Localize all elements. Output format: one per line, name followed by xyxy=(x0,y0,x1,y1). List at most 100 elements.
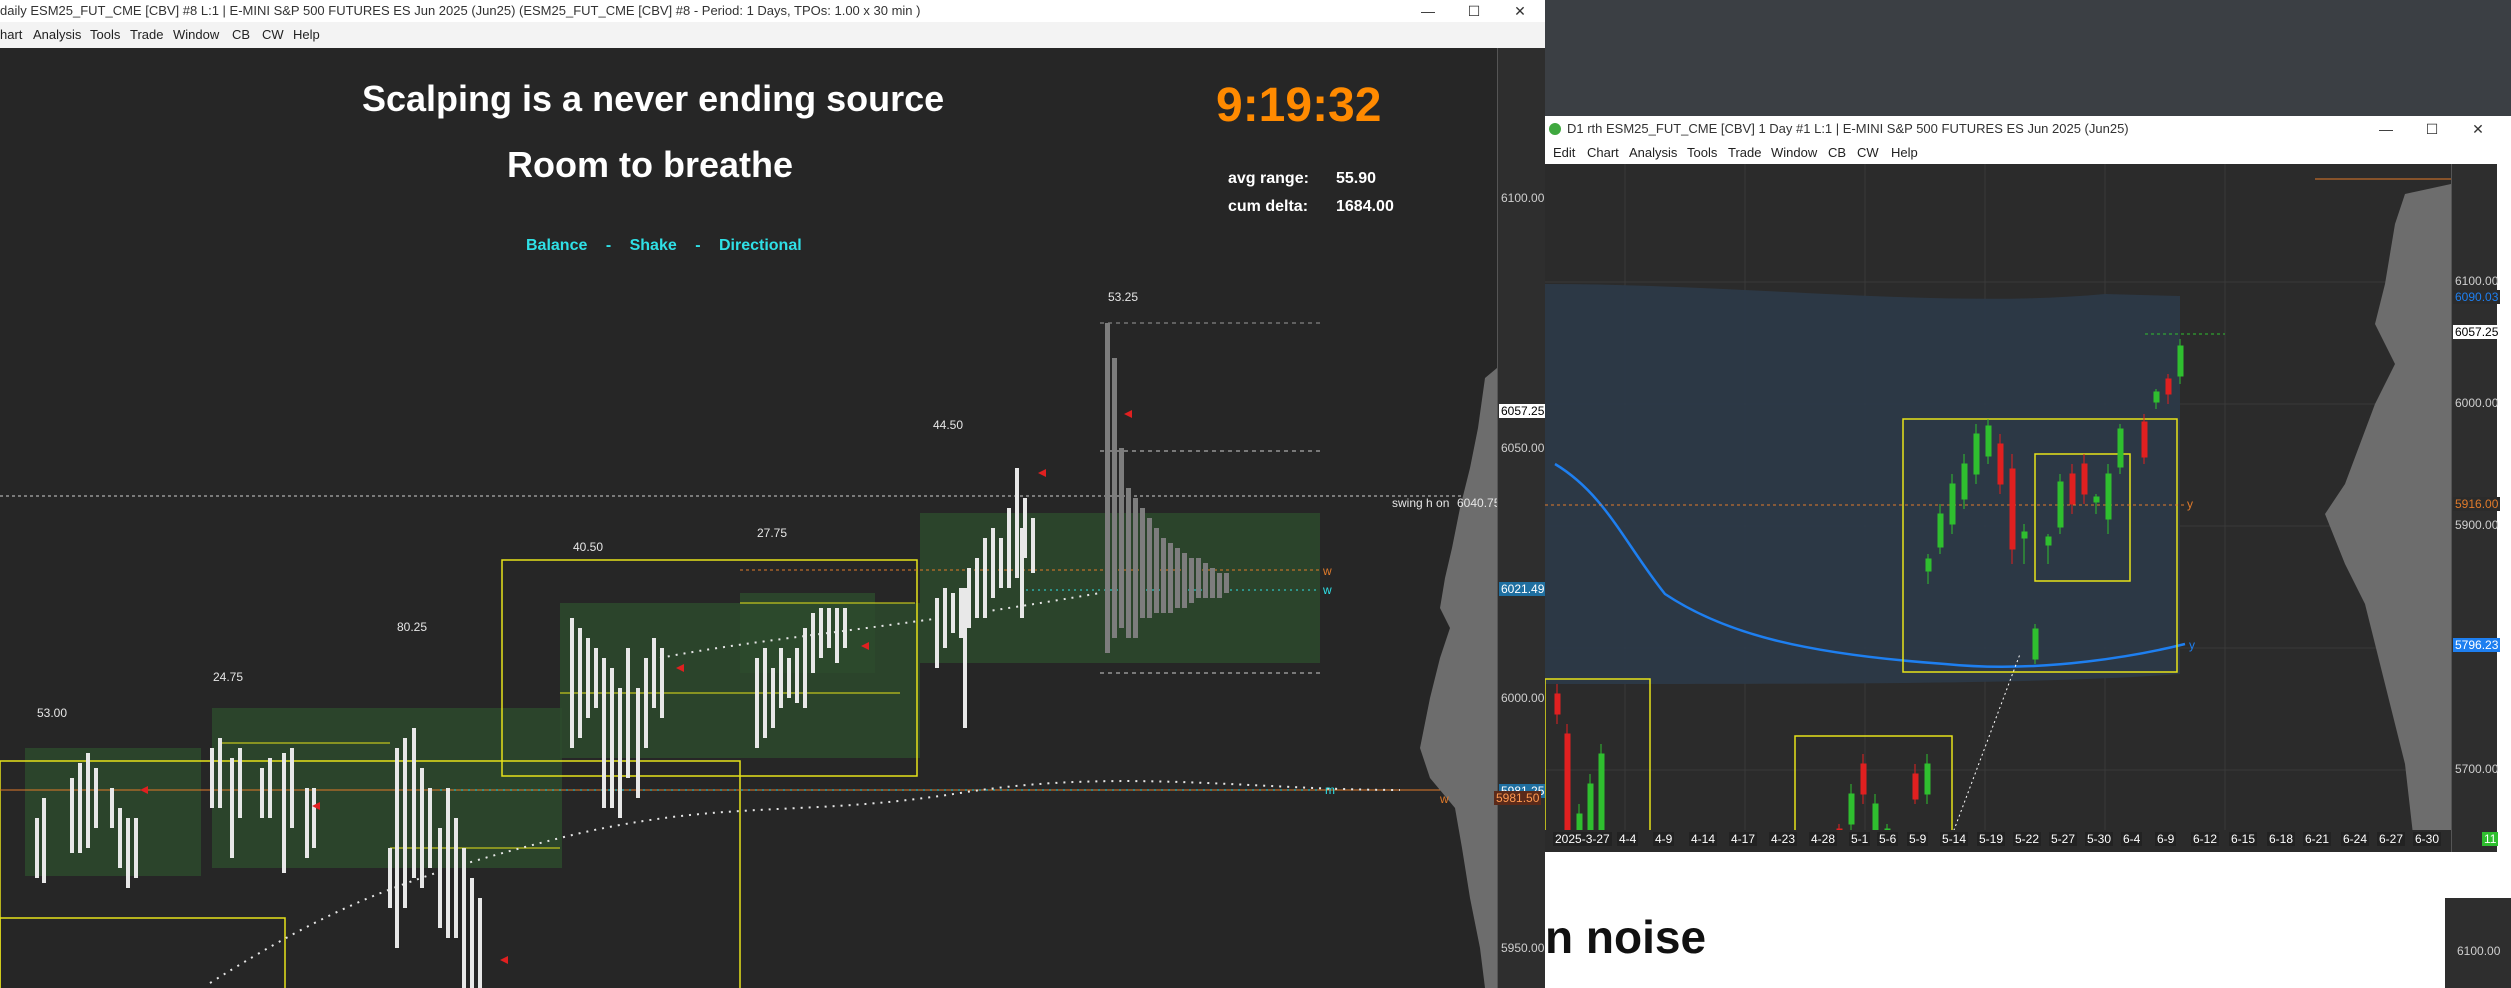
desktop-background xyxy=(1545,0,2511,116)
headline-2: Room to breathe xyxy=(507,144,794,185)
menu-window[interactable]: Window xyxy=(1771,145,1817,160)
maximize-icon[interactable]: ☐ xyxy=(1451,0,1497,22)
level-letter: w xyxy=(1440,792,1449,806)
background-axis: 6100.00 xyxy=(2445,898,2511,988)
left-chart-window: daily ESM25_FUT_CME [CBV] #8 L:1 | E-MIN… xyxy=(0,0,1545,988)
x-tick: 4-28 xyxy=(1809,832,1838,846)
right-price-axis[interactable]: 6100.00 6000.00 5900.00 5700.00 6090.03 … xyxy=(2451,164,2501,852)
range-label: 80.25 xyxy=(397,620,428,634)
y-tick: 5900.00 xyxy=(2455,518,2499,532)
range-box xyxy=(0,917,286,988)
menu-tools[interactable]: Tools xyxy=(90,27,120,42)
low-blue-tag: 5796.23 xyxy=(2453,638,2501,652)
range-label: 40.50 xyxy=(573,540,604,554)
menu-help[interactable]: Help xyxy=(1891,145,1918,160)
avg-range-label: avg range: xyxy=(1228,170,1309,187)
background-headline: n noise xyxy=(1545,911,1707,963)
x-tick: 5-1 xyxy=(1849,832,1871,846)
left-window-title: daily ESM25_FUT_CME [CBV] #8 L:1 | E-MIN… xyxy=(0,3,921,18)
menu-trade[interactable]: Trade xyxy=(1728,145,1761,160)
subtitle-shake: Shake xyxy=(629,237,677,254)
y-tick: 6000.00 xyxy=(2455,396,2499,410)
level-letter: y xyxy=(2187,497,2193,511)
y-tick: 6000.00 xyxy=(1501,691,1545,705)
trend-line xyxy=(1945,653,2021,852)
orange-level-tag: 5981.50 xyxy=(1494,791,1542,805)
regime-subtitle: Balance - Shake - Directional xyxy=(526,237,802,255)
range-label: 53.25 xyxy=(1108,290,1139,304)
corner-badge: 11 xyxy=(2482,832,2499,846)
avg-range-value: 55.90 xyxy=(1336,170,1377,187)
x-tick: 6-30 xyxy=(2413,832,2442,846)
menu-chart[interactable]: Chart xyxy=(1587,145,1619,160)
range-label: 53.00 xyxy=(37,706,68,720)
right-window-footer xyxy=(1545,852,2511,898)
left-window-titlebar[interactable]: daily ESM25_FUT_CME [CBV] #8 L:1 | E-MIN… xyxy=(0,0,1545,22)
left-menubar: hart Analysis Tools Trade Window CB CW H… xyxy=(0,22,1545,49)
tpo-chart-area[interactable]: Scalping is a never ending source Room t… xyxy=(0,48,1545,988)
x-tick: 4-9 xyxy=(1653,832,1675,846)
clock: 9:19:32 xyxy=(1216,79,1382,132)
y-tick: 6100.00 xyxy=(2457,944,2501,958)
menu-cb[interactable]: CB xyxy=(232,27,250,42)
x-tick: 6-15 xyxy=(2229,832,2258,846)
menu-edit[interactable]: Edit xyxy=(1553,145,1575,160)
value-area-zone xyxy=(740,593,875,673)
close-icon[interactable]: ✕ xyxy=(2455,118,2501,140)
cum-delta-value: 1684.00 xyxy=(1336,198,1394,215)
menu-cw[interactable]: CW xyxy=(262,27,284,42)
x-tick: 6-27 xyxy=(2377,832,2406,846)
x-tick: 5-14 xyxy=(1940,832,1969,846)
menu-help[interactable]: Help xyxy=(293,27,320,42)
menu-window[interactable]: Window xyxy=(173,27,219,42)
y-tick: 5700.00 xyxy=(2455,762,2499,776)
subtitle-balance: Balance xyxy=(526,237,588,254)
menu-analysis[interactable]: Analysis xyxy=(1629,145,1677,160)
value-area-zone xyxy=(212,708,562,868)
tpo-chart-canvas xyxy=(0,322,1497,988)
x-axis: 2025-3-27 4-4 4-9 4-14 4-17 4-23 4-28 5-… xyxy=(1545,830,2451,852)
x-tick: 4-4 xyxy=(1617,832,1639,846)
x-tick: 5-22 xyxy=(2013,832,2042,846)
minimize-icon[interactable]: — xyxy=(1405,0,1451,22)
maximize-icon[interactable]: ☐ xyxy=(2409,118,2455,140)
x-tick: 6-4 xyxy=(2121,832,2143,846)
x-tick: 5-30 xyxy=(2085,832,2114,846)
right-chart-window: D1 rth ESM25_FUT_CME [CBV] 1 Day #1 L:1 … xyxy=(1545,116,2511,898)
price-axis[interactable]: 6100.00 6050.00 6000.00 5950.00 6057.25 … xyxy=(1494,48,1545,988)
swing-label: swing h on xyxy=(1392,496,1450,510)
minimize-icon[interactable]: — xyxy=(2363,118,2409,140)
x-tick: 4-23 xyxy=(1769,832,1798,846)
right-window-titlebar[interactable]: D1 rth ESM25_FUT_CME [CBV] 1 Day #1 L:1 … xyxy=(1545,116,2511,142)
x-tick: 4-14 xyxy=(1689,832,1718,846)
menu-cb[interactable]: CB xyxy=(1828,145,1846,160)
menu-trade[interactable]: Trade xyxy=(130,27,163,42)
x-tick: 4-17 xyxy=(1729,832,1758,846)
volume-profile xyxy=(1420,368,1497,988)
menu-chart[interactable]: hart xyxy=(0,27,22,42)
background-window-strip: n noise 6100.00 xyxy=(1545,898,2511,988)
blue-tag: 6090.03 xyxy=(2453,290,2501,304)
x-tick: 6-24 xyxy=(2341,832,2370,846)
x-tick: 6-12 xyxy=(2191,832,2220,846)
close-icon[interactable]: ✕ xyxy=(1497,0,1543,22)
orange-tag: 5916.00 xyxy=(2453,497,2501,511)
daily-candle-chart[interactable]: y y 2025-3-27 4-4 4-9 4-14 4-17 4-23 4-2… xyxy=(1545,164,2451,852)
right-menubar: Edit Chart Analysis Tools Trade Window C… xyxy=(1545,142,2511,164)
menu-cw[interactable]: CW xyxy=(1857,145,1879,160)
subtitle-directional: Directional xyxy=(718,237,802,254)
x-tick: 6-9 xyxy=(2155,832,2177,846)
x-tick: 5-6 xyxy=(1877,832,1899,846)
subtitle-sep: - xyxy=(695,237,701,254)
x-tick: 5-19 xyxy=(1977,832,2006,846)
subtitle-sep: - xyxy=(605,237,612,254)
x-tick: 6-21 xyxy=(2303,832,2332,846)
range-label: 24.75 xyxy=(213,670,244,684)
menu-analysis[interactable]: Analysis xyxy=(33,27,81,42)
volume-profile xyxy=(2325,184,2451,852)
headline-1: Scalping is a never ending source xyxy=(362,78,945,119)
cum-delta-label: cum delta: xyxy=(1228,198,1309,215)
current-tag: 6057.25 xyxy=(2453,325,2501,339)
menu-tools[interactable]: Tools xyxy=(1687,145,1717,160)
range-label: 27.75 xyxy=(757,526,788,540)
